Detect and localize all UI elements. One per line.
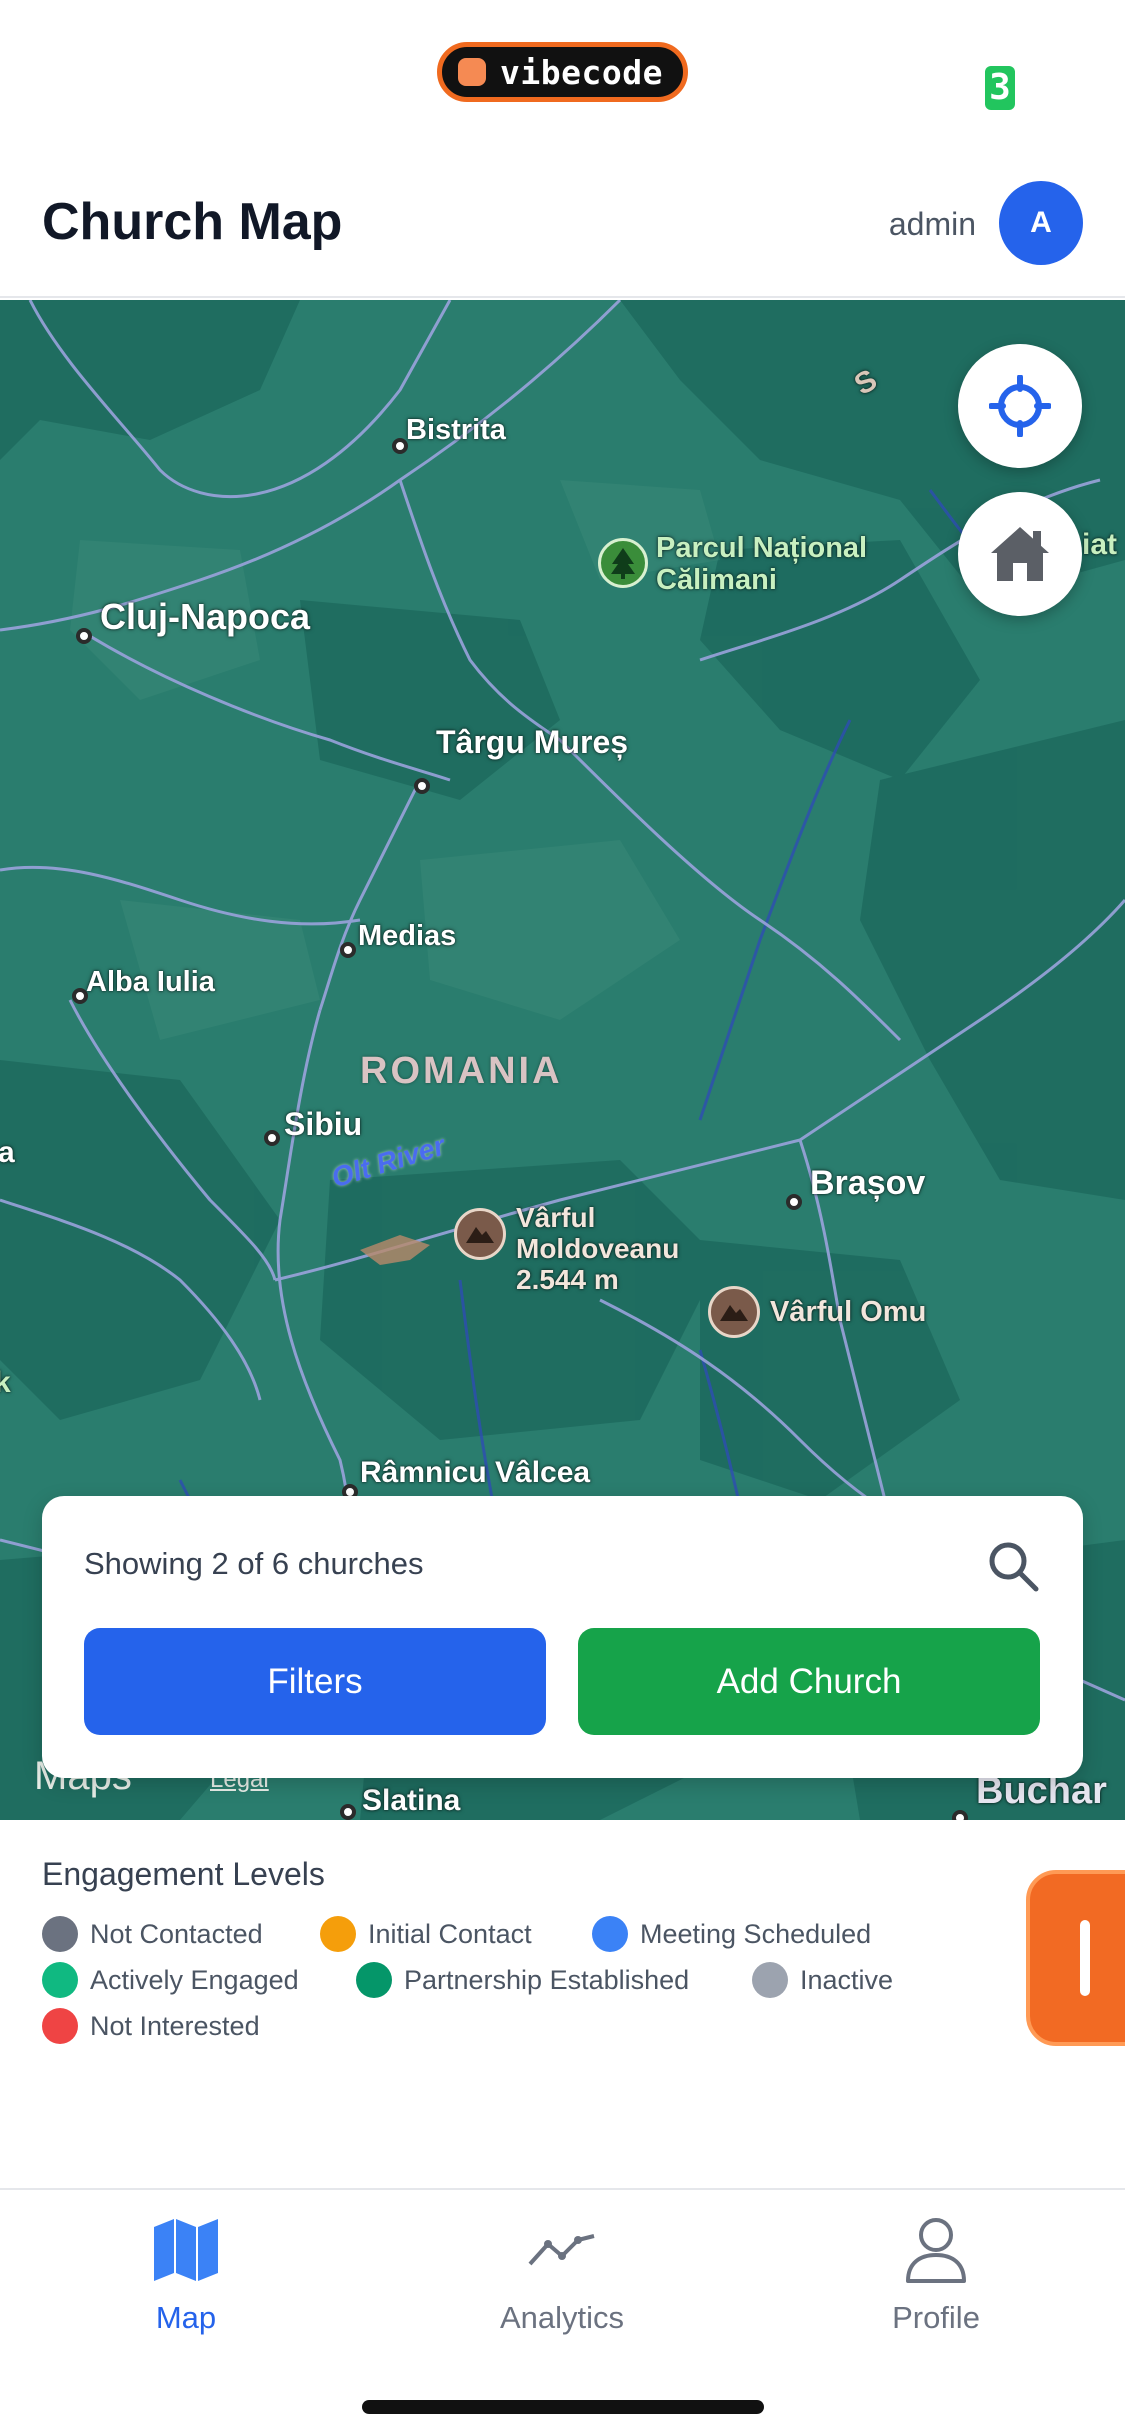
add-church-button[interactable]: Add Church	[578, 1628, 1040, 1735]
legend-label: Actively Engaged	[90, 1964, 299, 1995]
legend-item: Not Contacted	[42, 1916, 263, 1952]
page-title: Church Map	[42, 193, 343, 251]
legend-label: Not Interested	[90, 2010, 260, 2041]
city-marker	[786, 1194, 802, 1210]
user-name: admin	[888, 206, 976, 242]
map-label-romania: ROMANIA	[360, 1050, 563, 1092]
status-bar: vibecode 3	[0, 0, 1125, 150]
tab-map-label: Map	[155, 2300, 217, 2335]
map-label-medias: Medias	[358, 920, 457, 952]
bottom-nav: Map Analytics Profile	[0, 2188, 1125, 2436]
tab-map[interactable]: Map	[36, 2212, 336, 2352]
map-label-alba-iulia: Alba Iulia	[86, 966, 215, 998]
city-marker	[340, 942, 356, 958]
park-icon	[598, 538, 648, 588]
tree-icon	[611, 548, 635, 579]
map-label-cluj: Cluj-Napoca	[100, 596, 311, 637]
filter-card: Showing 2 of 6 churches Filters Add Chur…	[42, 1496, 1083, 1778]
map-label-slatina: Slatina	[362, 1784, 461, 1817]
city-marker	[952, 1810, 968, 1820]
legend-item: Inactive	[752, 1962, 893, 1998]
city-marker	[76, 628, 92, 644]
city-marker	[414, 778, 430, 794]
crosshair-icon	[989, 375, 1051, 437]
map-view[interactable]: Bistrita Parcul Național Călimani Cluj-N…	[0, 300, 1125, 1820]
tab-analytics-label: Analytics	[499, 2300, 625, 2335]
map-label-parc-line1: Parcul Național	[656, 532, 868, 564]
map-label-parc-line2: Călimani	[656, 564, 777, 596]
search-icon	[989, 1542, 1039, 1592]
legend-item: Partnership Established	[356, 1962, 689, 1998]
peak-icon	[708, 1286, 760, 1338]
vibecode-logo-icon	[458, 58, 486, 86]
map-label-brasov: Brașov	[810, 1164, 926, 1202]
legend-item: Initial Contact	[320, 1916, 532, 1952]
map-label-bistrita: Bistrita	[406, 414, 506, 446]
map-label-sibiu: Sibiu	[284, 1106, 363, 1142]
legend-label: Meeting Scheduled	[640, 1918, 872, 1949]
map-label-moldoveanu: Vârful Moldoveanu 2.544 m	[516, 1202, 679, 1295]
legend-swatch	[42, 1962, 78, 1998]
legend-label: Inactive	[800, 1964, 894, 1995]
map-label-omu: Vârful Omu	[770, 1296, 927, 1328]
city-marker	[264, 1130, 280, 1146]
search-button[interactable]	[985, 1538, 1041, 1594]
legend-item: Actively Engaged	[42, 1962, 299, 1998]
legend-swatch	[752, 1962, 788, 1998]
legend-swatch	[592, 1916, 628, 1952]
showing-count-text: Showing 2 of 6 churches	[84, 1546, 424, 1581]
map-label-edge-a: a	[0, 1136, 15, 1169]
map-label-edge-k: k	[0, 1366, 11, 1399]
map-label-moldoveanu-line2: Moldoveanu	[516, 1233, 680, 1264]
home-icon	[991, 527, 1049, 581]
home-button[interactable]	[958, 492, 1082, 616]
tab-profile-label: Profile	[892, 2300, 980, 2335]
legend-title: Engagement Levels	[42, 1856, 325, 1892]
city-marker	[340, 1804, 356, 1820]
vibecode-badge-text: vibecode	[500, 52, 663, 92]
side-tab-handle-icon	[1080, 1920, 1090, 1996]
app-header: Church Map admin A	[0, 150, 1125, 298]
engagement-legend: Engagement Levels Not Contacted Initial …	[0, 1820, 1125, 2190]
home-indicator	[362, 2400, 764, 2414]
map-label-ramnicu: Râmnicu Vâlcea	[360, 1456, 591, 1489]
tab-profile[interactable]: Profile	[786, 2212, 1086, 2352]
map-label-parc: Parcul Național Călimani	[656, 532, 867, 596]
mountain-icon	[720, 1305, 748, 1321]
map-label-targu-mures: Târgu Mureș	[436, 724, 629, 760]
locate-me-button[interactable]	[958, 344, 1082, 468]
map-label-moldoveanu-line1: Vârful	[516, 1202, 596, 1233]
map-label-edge-iat: iat	[1082, 528, 1118, 561]
legend-label: Initial Contact	[368, 1918, 532, 1949]
vibecode-badge: vibecode	[437, 42, 688, 102]
filters-button[interactable]: Filters	[84, 1628, 546, 1735]
mountain-icon	[466, 1227, 494, 1243]
legend-swatch	[320, 1916, 356, 1952]
peak-icon	[454, 1208, 506, 1260]
legend-label: Not Contacted	[90, 1918, 263, 1949]
legend-swatch	[42, 2008, 78, 2044]
legend-label: Partnership Established	[404, 1964, 690, 1995]
battery-indicator: 3	[985, 66, 1015, 110]
map-icon	[148, 2212, 224, 2288]
legend-item: Not Interested	[42, 2008, 260, 2044]
vibecode-side-tab[interactable]	[1026, 1870, 1125, 2046]
map-label-moldoveanu-line3: 2.544 m	[516, 1264, 619, 1295]
tab-analytics[interactable]: Analytics	[412, 2212, 712, 2352]
profile-icon	[898, 2212, 974, 2288]
legend-item: Meeting Scheduled	[592, 1916, 871, 1952]
analytics-icon	[524, 2212, 600, 2288]
legend-swatch	[356, 1962, 392, 1998]
avatar[interactable]: A	[999, 181, 1083, 265]
legend-swatch	[42, 1916, 78, 1952]
